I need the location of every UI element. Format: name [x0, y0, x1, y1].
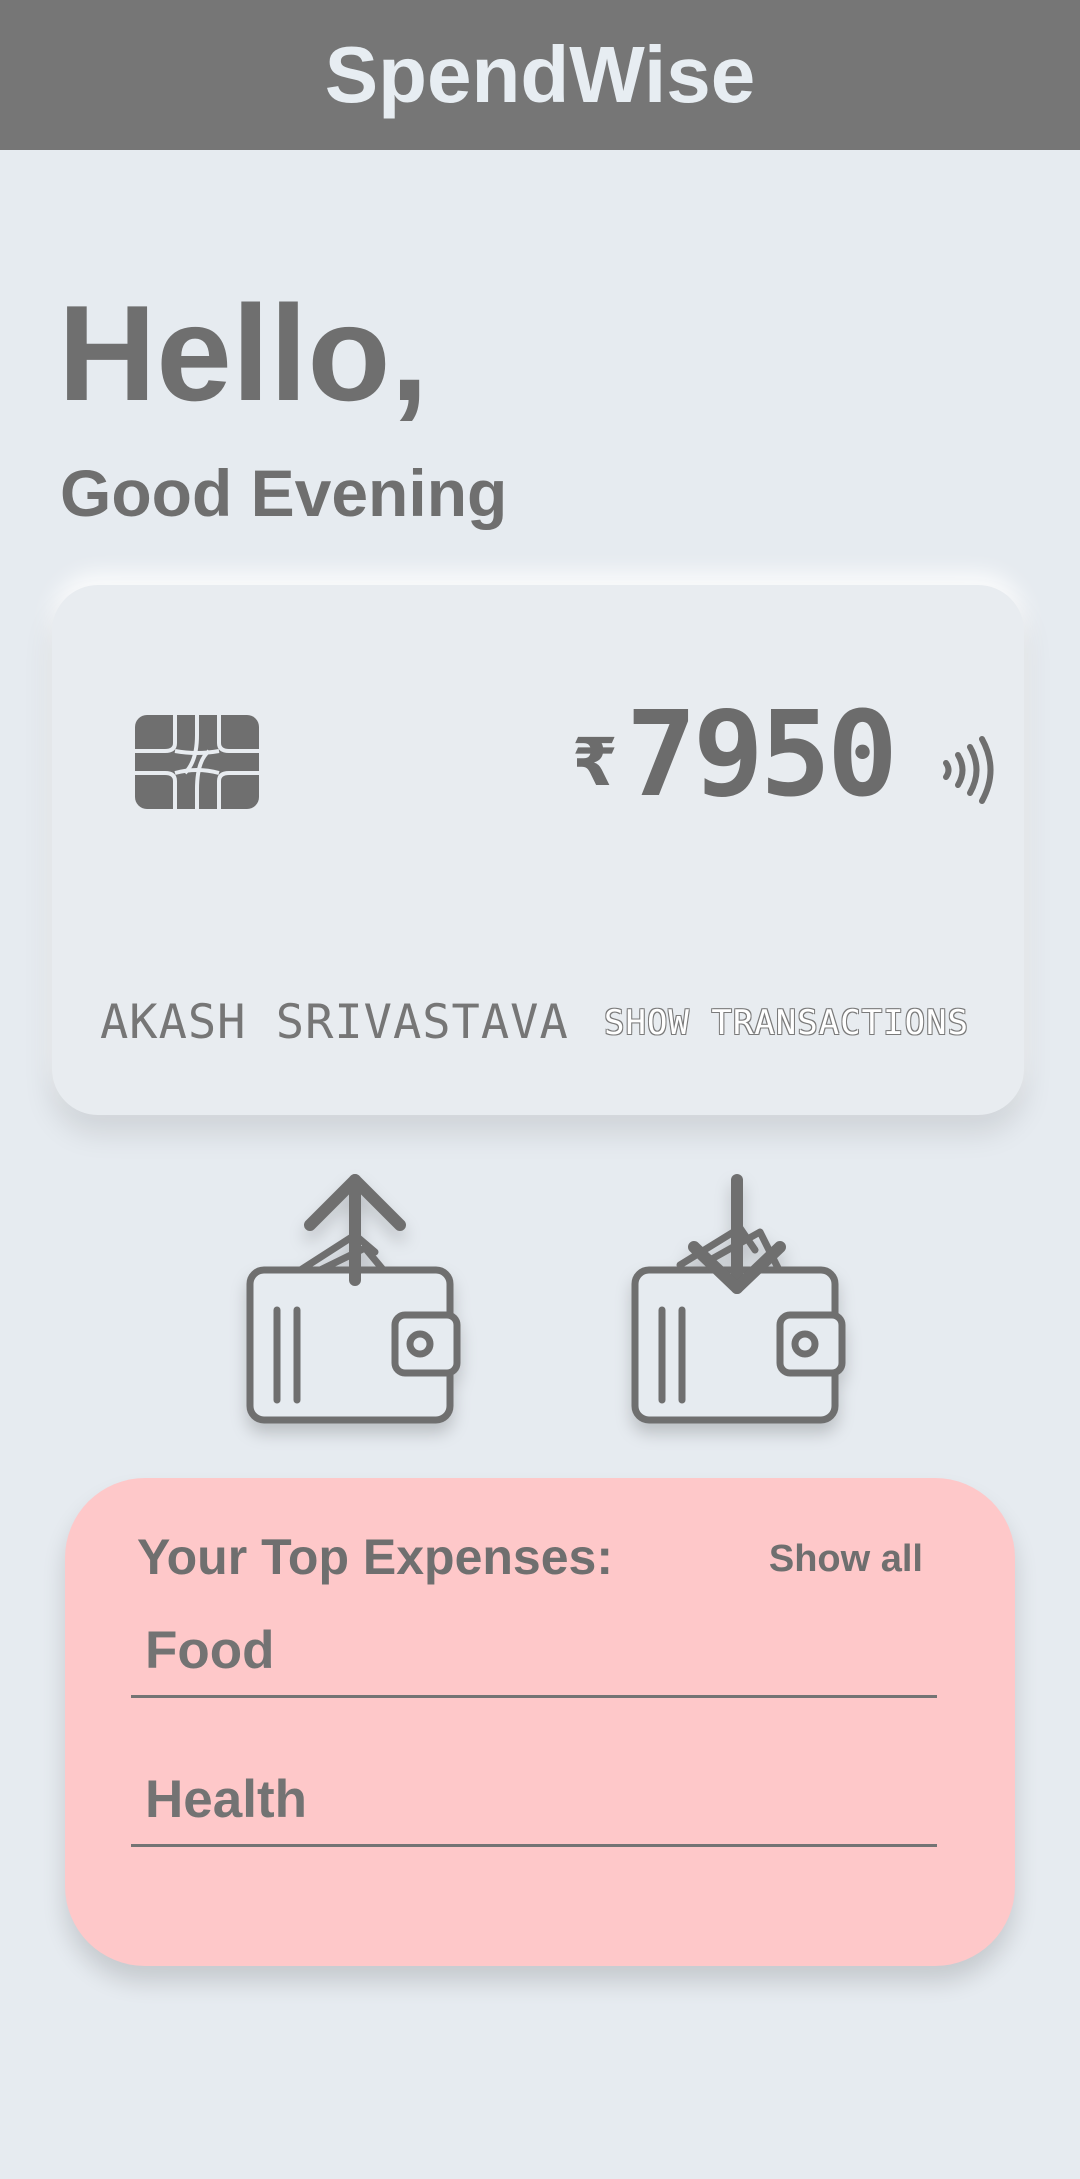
- deposit-wallet-button[interactable]: [590, 1160, 880, 1460]
- expense-item-label: Food: [145, 1621, 275, 1680]
- card-holder-name: AKASH SRIVASTAVA: [100, 995, 569, 1050]
- app-title: SpendWise: [324, 30, 756, 119]
- greeting-time-of-day: Good Evening: [60, 456, 508, 530]
- expense-item[interactable]: Health: [131, 1750, 937, 1847]
- greeting-hello: Hello,: [58, 277, 429, 429]
- withdraw-wallet-button[interactable]: [205, 1160, 495, 1460]
- wallet-arrow-down-icon: [631, 1174, 846, 1424]
- card-balance: ₹ 7950: [571, 685, 898, 823]
- wallet-arrow-up-icon: [246, 1174, 461, 1424]
- show-transactions-link[interactable]: SHOW TRANSACTIONS: [604, 1003, 969, 1043]
- currency-symbol: ₹: [571, 724, 618, 801]
- contactless-icon: [938, 735, 998, 805]
- balance-amount: 7950: [625, 685, 898, 823]
- app-header: SpendWise: [0, 0, 1080, 150]
- top-expenses-card: Your Top Expenses: Show all Food Health: [65, 1478, 1015, 1966]
- top-expenses-title: Your Top Expenses:: [137, 1529, 614, 1585]
- show-all-button[interactable]: Show all: [769, 1538, 923, 1581]
- expense-item-label: Health: [145, 1770, 307, 1829]
- balance-card: ₹ 7950 AKASH SRIVASTAVA SHOW TRANSACTION…: [52, 585, 1024, 1115]
- chip-icon: [135, 715, 259, 809]
- expense-item[interactable]: Food: [131, 1608, 937, 1698]
